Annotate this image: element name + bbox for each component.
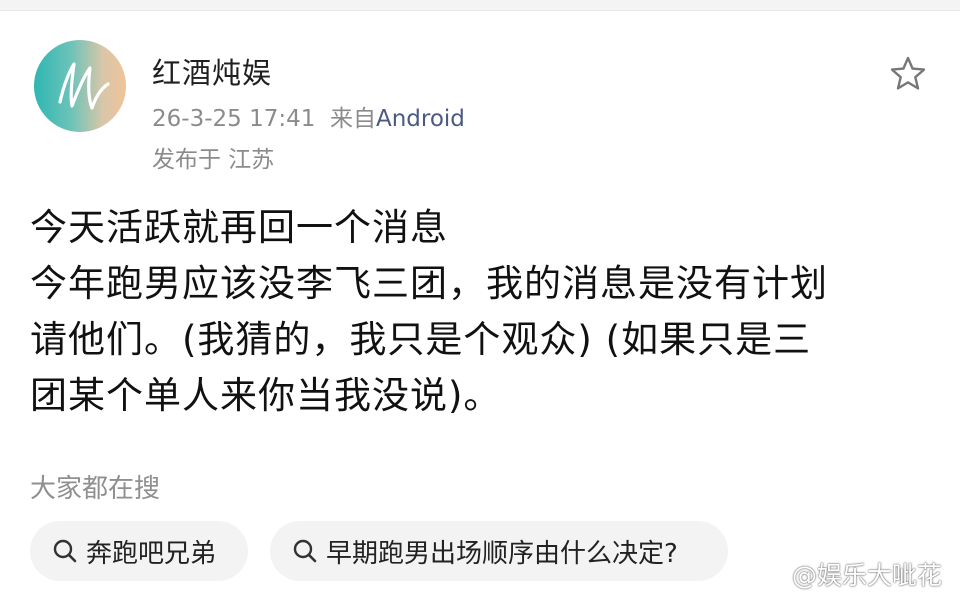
search-chip-label: 早期跑男出场顺序由什么决定?: [326, 538, 678, 569]
star-icon: [890, 56, 926, 90]
search-chip-order[interactable]: 早期跑男出场顺序由什么决定?: [270, 521, 728, 581]
avatar[interactable]: [34, 40, 126, 132]
search-chip-label: 奔跑吧兄弟: [86, 538, 217, 569]
weibo-logo-icon: [758, 564, 787, 586]
watermark-text: @娱乐大呲花: [792, 561, 943, 590]
author-name[interactable]: 红酒炖娱: [152, 50, 272, 92]
post-line: 今天活跃就再回一个消息: [30, 206, 448, 249]
post-meta: 26-3-25 17:41 来自Android: [152, 99, 465, 133]
search-icon: [53, 539, 77, 563]
post-location: 发布于 江苏: [152, 147, 275, 173]
post-source: Android: [375, 106, 465, 132]
top-divider: [0, 0, 960, 11]
post-date: 26-3-25 17:41: [152, 106, 316, 132]
source-prefix: 来自: [329, 106, 376, 132]
search-chip-benpaoba[interactable]: 奔跑吧兄弟: [30, 521, 248, 581]
trending-searches-title: 大家都在搜: [30, 474, 161, 504]
watermark: @娱乐大呲花: [758, 556, 942, 592]
post-body: 今天活跃就再回一个消息 今年跑男应该没李飞三团，我的消息是没有计划 请他们。(我…: [30, 200, 930, 424]
search-icon: [293, 539, 317, 563]
avatar-signature: [58, 62, 110, 110]
post-line: 请他们。(我猜的，我只是个观众) (如果只是三: [30, 318, 812, 361]
post-line: 今年跑男应该没李飞三团，我的消息是没有计划: [30, 262, 828, 305]
favorite-button[interactable]: [888, 54, 928, 94]
post-line: 团某个单人来你当我没说)。: [30, 374, 502, 417]
